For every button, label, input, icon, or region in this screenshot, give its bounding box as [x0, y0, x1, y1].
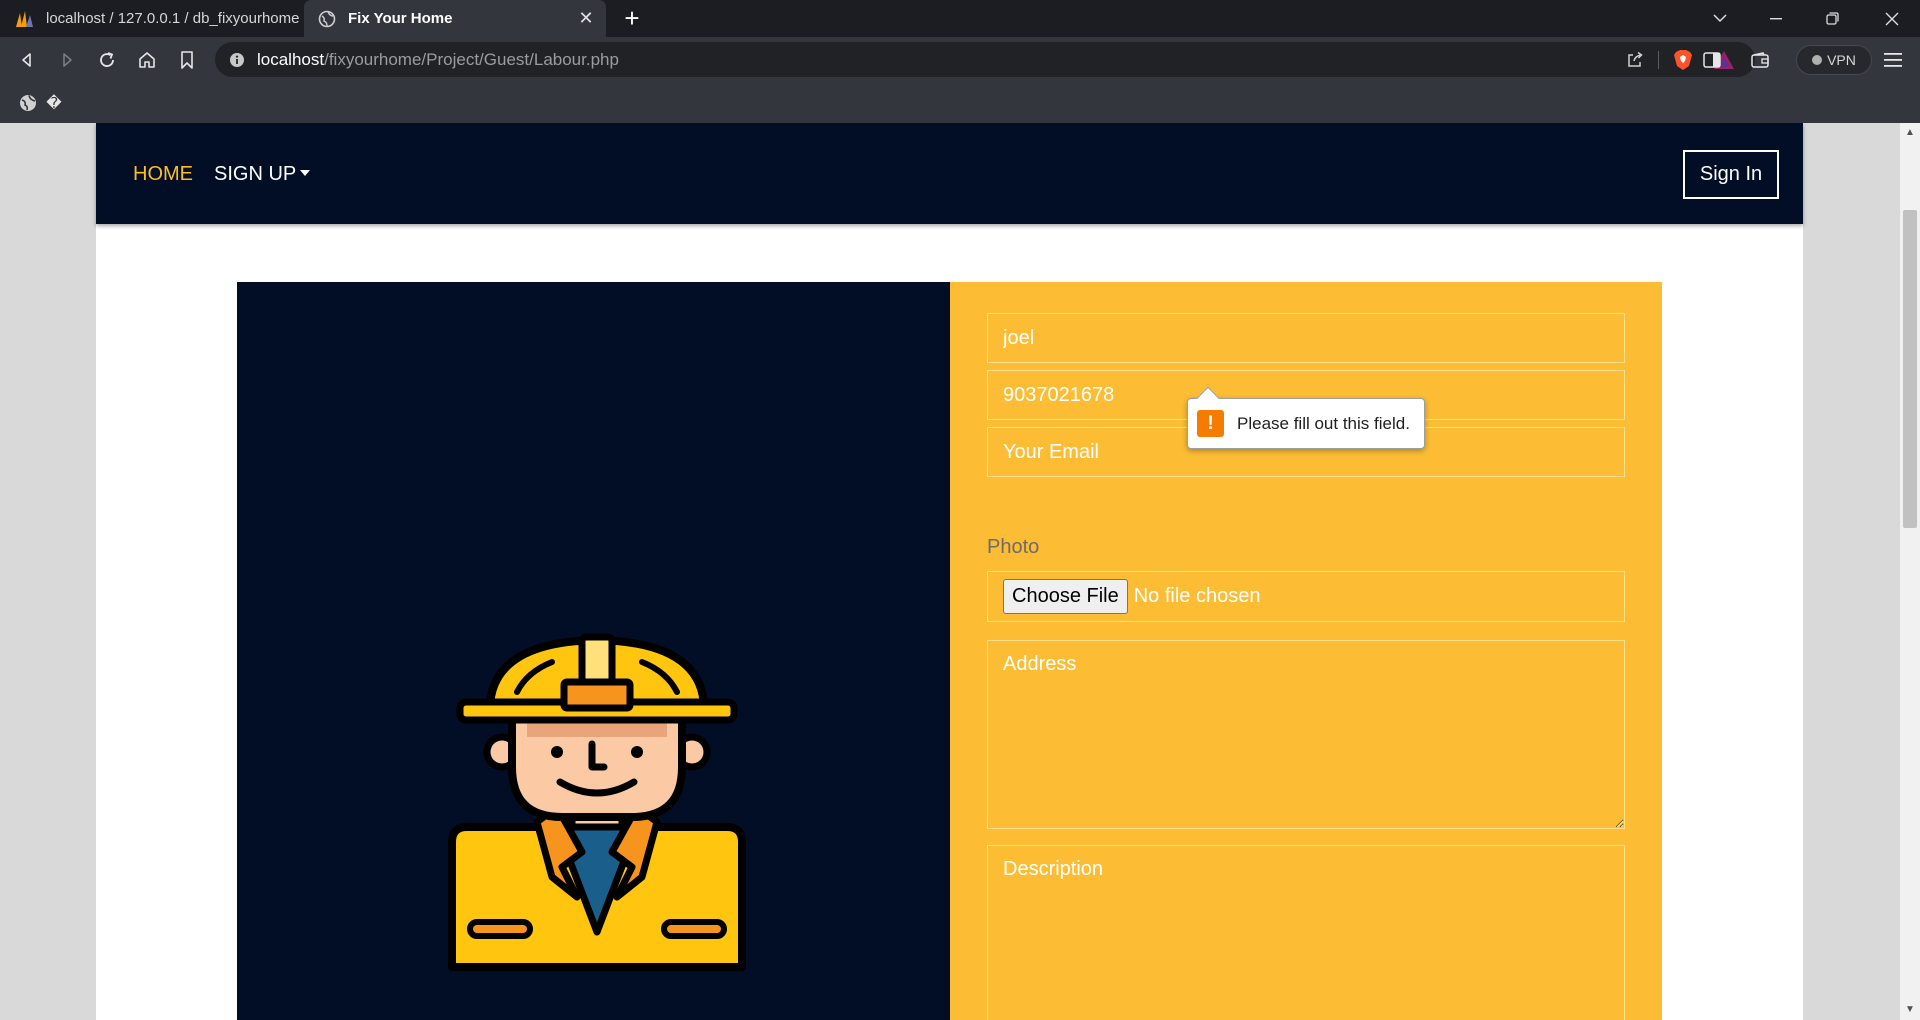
tab-title: localhost / 127.0.0.1 / db_fixyourhome	[46, 10, 300, 27]
tab-phpmyadmin[interactable]: localhost / 127.0.0.1 / db_fixyourhome	[0, 0, 302, 37]
choose-file-button[interactable]: Choose File	[1003, 579, 1128, 614]
tab-title: Fix Your Home	[348, 10, 453, 27]
caret-down-icon	[300, 170, 311, 176]
share-icon[interactable]	[1626, 51, 1644, 69]
forward-icon[interactable]	[52, 45, 82, 75]
photo-file-input[interactable]: Choose File No file chosen	[987, 571, 1625, 622]
bookmark-item[interactable]: �	[42, 91, 66, 115]
page-container: HOME SIGN UP Sign In joel 9037021678 You…	[96, 123, 1803, 1020]
brave-shield-icon[interactable]	[1673, 49, 1693, 71]
sign-in-button[interactable]: Sign In	[1683, 150, 1779, 199]
new-tab-icon[interactable]: +	[618, 4, 646, 32]
registration-form: Photo Choose File No file chosen	[950, 282, 1662, 1020]
close-tab-icon[interactable]: ✕	[574, 8, 598, 29]
phpmyadmin-icon	[14, 8, 36, 30]
validation-tooltip: ! Please fill out this field.	[1187, 386, 1425, 449]
name-field[interactable]	[987, 313, 1625, 363]
file-status-text: No file chosen	[1133, 585, 1261, 607]
scroll-up-arrow-icon[interactable]: ▲	[1900, 123, 1920, 143]
scroll-down-arrow-icon[interactable]: ▼	[1900, 1000, 1920, 1020]
info-icon[interactable]	[229, 52, 245, 68]
menu-icon[interactable]	[1878, 45, 1908, 75]
validation-message: Please fill out this field.	[1237, 413, 1410, 433]
close-window-icon[interactable]	[1864, 0, 1920, 37]
site-navbar: HOME SIGN UP Sign In	[96, 123, 1803, 224]
page-viewport: HOME SIGN UP Sign In joel 9037021678 You…	[0, 123, 1920, 1020]
vpn-label: VPN	[1827, 52, 1856, 68]
reload-icon[interactable]	[92, 45, 122, 75]
tab-bar: localhost / 127.0.0.1 / db_fixyourhome F…	[0, 0, 1920, 37]
globe-icon	[316, 8, 338, 30]
description-field[interactable]	[987, 845, 1625, 1020]
photo-label: Photo	[987, 536, 1040, 558]
warning-icon: !	[1197, 410, 1224, 437]
vpn-button[interactable]: VPN	[1796, 45, 1872, 75]
bookmarks-bar: �	[0, 83, 1920, 123]
nav-signup-label: SIGN UP	[214, 163, 297, 185]
nav-home-link[interactable]: HOME	[133, 163, 193, 186]
restore-icon[interactable]	[1804, 0, 1860, 37]
tab-search-icon[interactable]	[1692, 0, 1748, 37]
tab-fix-your-home[interactable]: Fix Your Home ✕	[304, 0, 606, 37]
worker-illustration	[448, 633, 746, 971]
vertical-scrollbar[interactable]: ▲ ▼	[1900, 123, 1920, 1020]
illustration-panel	[237, 282, 950, 1020]
address-field[interactable]	[987, 640, 1625, 829]
browser-toolbar: localhost/fixyourhome/Project/Guest/Labo…	[0, 37, 1920, 83]
nav-signup-dropdown[interactable]: SIGN UP	[214, 163, 311, 186]
url-host: localhost	[257, 49, 325, 69]
vpn-status-icon	[1812, 55, 1823, 65]
globe-bookmark-icon[interactable]	[16, 91, 40, 115]
minimize-icon[interactable]	[1748, 0, 1804, 37]
address-bar[interactable]: localhost/fixyourhome/Project/Guest/Labo…	[215, 42, 1755, 77]
wallet-icon[interactable]	[1745, 45, 1775, 75]
bookmark-icon[interactable]	[172, 45, 202, 75]
home-icon[interactable]	[132, 45, 162, 75]
back-icon[interactable]	[12, 45, 42, 75]
scroll-thumb[interactable]	[1903, 210, 1917, 528]
url-path: /fixyourhome/Project/Guest/Labour.php	[324, 49, 619, 69]
sidebar-icon[interactable]	[1697, 45, 1727, 75]
